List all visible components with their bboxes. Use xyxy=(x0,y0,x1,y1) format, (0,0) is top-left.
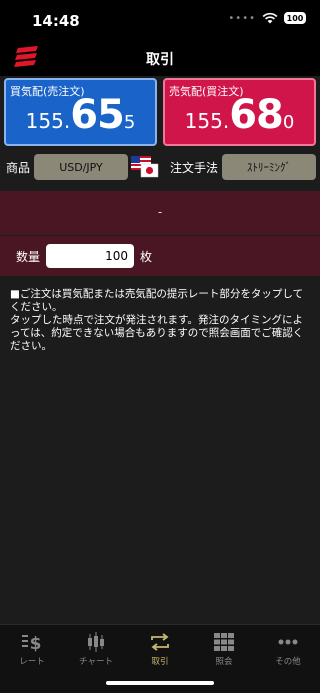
tab-rate-label: レート xyxy=(19,657,45,667)
buy-price: 155.655 xyxy=(6,92,155,138)
tab-chart[interactable]: チャート xyxy=(64,629,128,673)
status-bar: 14:48 •••• 100 xyxy=(0,0,320,40)
battery-level: 100 xyxy=(286,13,304,23)
tab-rate[interactable]: $ レート xyxy=(0,629,64,673)
buy-price-tail: 5 xyxy=(123,112,136,133)
sell-price-prefix: 155. xyxy=(184,109,230,133)
tab-more[interactable]: その他 xyxy=(256,629,320,673)
order-method-select-button[interactable]: ｽﾄﾘｰﾐﾝｸﾞ xyxy=(222,154,316,180)
page-title: 取引 xyxy=(146,52,174,68)
us-japan-flag-icon xyxy=(131,156,159,178)
signal-dots-icon: •••• xyxy=(228,12,256,24)
buy-price-main: 65 xyxy=(70,92,125,138)
spread-band: - xyxy=(0,191,320,235)
sell-price-tail: 0 xyxy=(282,112,295,133)
sell-price-main: 68 xyxy=(229,92,284,138)
yen-rate-icon: $ xyxy=(22,634,42,653)
sell-price-panel[interactable]: 売気配(買注文) 155.680 xyxy=(163,78,316,146)
exchange-arrows-icon xyxy=(151,633,169,651)
product-label: 商品 xyxy=(6,161,31,175)
product-method-row: 商品 USD/JPY 注文手法 ｽﾄﾘｰﾐﾝｸﾞ xyxy=(0,154,320,180)
wifi-icon xyxy=(262,12,278,24)
order-notice-text: ■ご注文は買気配または売気配の提示レート部分をタップしてください。 タップした時… xyxy=(10,288,304,352)
order-method-label: 注文手法 xyxy=(170,161,219,175)
spread-value: - xyxy=(157,205,163,219)
quantity-unit: 枚 xyxy=(140,250,153,264)
product-select-button[interactable]: USD/JPY xyxy=(34,154,128,180)
buy-price-panel[interactable]: 買気配(売注文) 155.655 xyxy=(4,78,157,146)
sell-price: 155.680 xyxy=(165,92,314,138)
status-time: 14:48 xyxy=(32,12,80,30)
svg-text:$: $ xyxy=(30,634,42,653)
candlestick-chart-icon xyxy=(88,632,104,652)
nav-bar: 取引 xyxy=(0,40,320,76)
tab-inquiry-label: 照会 xyxy=(215,657,233,667)
quantity-input[interactable]: 100 xyxy=(46,244,134,268)
tab-trade[interactable]: 取引 xyxy=(128,629,192,673)
home-indicator xyxy=(106,681,214,685)
grid-icon xyxy=(214,633,234,651)
more-dots-icon xyxy=(278,639,298,645)
bottom-tab-bar: $ レート チャート 取引 照会 その他 xyxy=(0,624,320,693)
battery-icon: 100 xyxy=(284,12,306,24)
tab-more-label: その他 xyxy=(275,657,301,667)
quantity-row: 数量 100 枚 xyxy=(0,236,320,276)
tab-trade-label: 取引 xyxy=(151,657,169,667)
quantity-label: 数量 xyxy=(16,250,41,264)
buy-price-prefix: 155. xyxy=(25,109,71,133)
status-icons: •••• 100 xyxy=(228,12,306,24)
tab-chart-label: チャート xyxy=(79,657,113,667)
tab-inquiry[interactable]: 照会 xyxy=(192,629,256,673)
